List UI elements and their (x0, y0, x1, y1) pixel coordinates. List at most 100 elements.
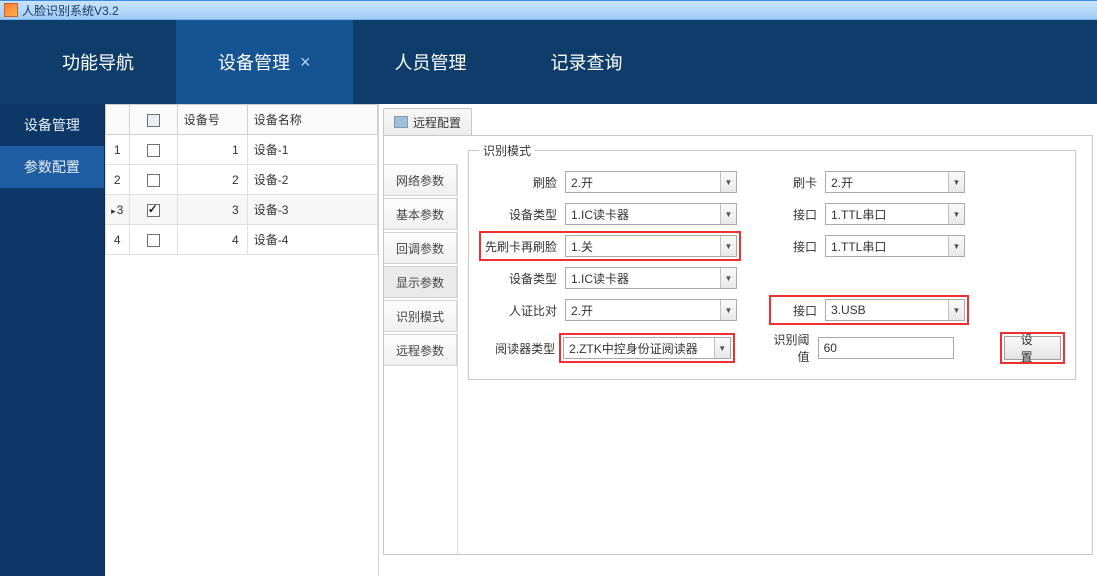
cell-device-name: 设备-4 (247, 225, 377, 255)
tab-label: 功能导航 (62, 49, 134, 75)
main-tabs: 功能导航 设备管理 × 人员管理 记录查询 (0, 20, 1097, 104)
tab-record-query[interactable]: 记录查询 (509, 20, 665, 104)
param-nav-display[interactable]: 显示参数 (384, 266, 457, 298)
label-card: 刷卡 (773, 174, 825, 191)
input-value: 60 (824, 341, 837, 355)
chevron-down-icon: ▼ (720, 236, 736, 256)
chevron-down-icon: ▼ (714, 338, 730, 358)
param-nav-recognize-mode[interactable]: 识别模式 (384, 300, 457, 332)
param-nav-callback[interactable]: 回调参数 (384, 232, 457, 264)
select-card-then-face[interactable]: 1.关 ▼ (565, 235, 737, 257)
select-value: 1.关 (571, 238, 593, 255)
config-panel: 远程配置 网络参数 基本参数 回调参数 显示参数 识别模式 远程参数 识别模式 … (379, 104, 1097, 576)
sidebar-item-device-manage[interactable]: 设备管理 (0, 104, 104, 146)
select-value: 1.TTL串口 (831, 206, 886, 223)
label-reader-type: 阅读器类型 (483, 340, 563, 357)
select-value: 1.IC读卡器 (571, 270, 629, 287)
sidebar: 设备管理 参数配置 (0, 104, 105, 576)
select-port-2[interactable]: 1.TTL串口 ▼ (825, 235, 965, 257)
row-index: 1 (105, 135, 129, 165)
col-device-name[interactable]: 设备名称 (247, 105, 377, 135)
fieldset-recognize-mode: 识别模式 刷脸 2.开 ▼ 刷卡 2.开 (468, 150, 1076, 380)
param-nav-basic[interactable]: 基本参数 (384, 198, 457, 230)
monitor-icon (394, 116, 408, 128)
select-device-type-2[interactable]: 1.IC读卡器 ▼ (565, 267, 737, 289)
select-value: 2.ZTK中控身份证阅读器 (569, 340, 698, 357)
row-checkbox[interactable] (147, 204, 160, 217)
cell-device-num: 3 (177, 195, 247, 225)
chevron-down-icon: ▼ (720, 300, 736, 320)
label-threshold: 识别阈值 (767, 331, 818, 365)
select-value: 1.IC读卡器 (571, 206, 629, 223)
cell-device-name: 设备-3 (247, 195, 377, 225)
chevron-down-icon: ▼ (720, 268, 736, 288)
select-port-3[interactable]: 3.USB ▼ (825, 299, 965, 321)
tab-label: 设备管理 (218, 49, 290, 75)
row-checkbox[interactable] (147, 234, 160, 247)
select-value: 1.TTL串口 (831, 238, 886, 255)
table-row[interactable]: 2 2 设备-2 (105, 165, 377, 195)
label-id-compare: 人证比对 (483, 302, 565, 319)
label-card-then-face: 先刷卡再刷脸 (483, 238, 565, 255)
cell-device-name: 设备-1 (247, 135, 377, 165)
chevron-down-icon: ▼ (720, 204, 736, 224)
chevron-down-icon: ▼ (948, 204, 964, 224)
select-face[interactable]: 2.开 ▼ (565, 171, 737, 193)
app-icon (4, 3, 18, 17)
device-table: 设备号 设备名称 1 1 设备-1 2 2 设备-2 3 (105, 104, 378, 255)
subtab-remote-config[interactable]: 远程配置 (383, 108, 472, 136)
chevron-down-icon: ▼ (948, 172, 964, 192)
chevron-down-icon: ▼ (720, 172, 736, 192)
window-title: 人脸识别系统V3.2 (22, 2, 119, 19)
subtab-label: 远程配置 (413, 114, 461, 131)
cell-device-num: 2 (177, 165, 247, 195)
select-value: 3.USB (831, 303, 866, 317)
table-row[interactable]: 3 3 设备-3 (105, 195, 377, 225)
select-reader-type[interactable]: 2.ZTK中控身份证阅读器 ▼ (563, 337, 731, 359)
cell-device-name: 设备-2 (247, 165, 377, 195)
device-table-wrap: 设备号 设备名称 1 1 设备-1 2 2 设备-2 3 (105, 104, 379, 576)
cell-device-num: 1 (177, 135, 247, 165)
select-value: 2.开 (571, 302, 593, 319)
select-value: 2.开 (571, 174, 593, 191)
row-checkbox[interactable] (147, 174, 160, 187)
param-nav-remote[interactable]: 远程参数 (384, 334, 457, 366)
label-face: 刷脸 (483, 174, 565, 191)
param-nav: 网络参数 基本参数 回调参数 显示参数 识别模式 远程参数 (384, 164, 458, 554)
select-value: 2.开 (831, 174, 853, 191)
col-device-num[interactable]: 设备号 (177, 105, 247, 135)
col-row-indicator (105, 105, 129, 135)
window-titlebar: 人脸识别系统V3.2 (0, 0, 1097, 20)
row-checkbox[interactable] (147, 144, 160, 157)
row-index: 4 (105, 225, 129, 255)
tab-device-manage[interactable]: 设备管理 × (176, 20, 353, 104)
label-port-2: 接口 (773, 238, 825, 255)
param-nav-network[interactable]: 网络参数 (384, 164, 457, 196)
select-port-1[interactable]: 1.TTL串口 ▼ (825, 203, 965, 225)
close-icon[interactable]: × (300, 52, 311, 73)
tab-label: 记录查询 (551, 49, 623, 75)
button-label: 设置 (1021, 331, 1044, 365)
tab-label: 人员管理 (395, 49, 467, 75)
table-row[interactable]: 1 1 设备-1 (105, 135, 377, 165)
input-threshold[interactable]: 60 (818, 337, 954, 359)
col-check[interactable] (129, 105, 177, 135)
select-id-compare[interactable]: 2.开 ▼ (565, 299, 737, 321)
chevron-down-icon: ▼ (948, 236, 964, 256)
row-index: 2 (105, 165, 129, 195)
label-port-3: 接口 (773, 302, 825, 319)
chevron-down-icon: ▼ (948, 300, 964, 320)
cell-device-num: 4 (177, 225, 247, 255)
select-card[interactable]: 2.开 ▼ (825, 171, 965, 193)
sidebar-item-param-config[interactable]: 参数配置 (0, 146, 104, 188)
table-row[interactable]: 4 4 设备-4 (105, 225, 377, 255)
tab-person-manage[interactable]: 人员管理 (353, 20, 509, 104)
label-device-type-2: 设备类型 (483, 270, 565, 287)
label-device-type: 设备类型 (483, 206, 565, 223)
header-checkbox[interactable] (147, 114, 160, 127)
select-device-type-1[interactable]: 1.IC读卡器 ▼ (565, 203, 737, 225)
label-port-1: 接口 (773, 206, 825, 223)
fieldset-legend: 识别模式 (479, 142, 535, 159)
set-button[interactable]: 设置 (1004, 336, 1061, 360)
tab-nav[interactable]: 功能导航 (20, 20, 176, 104)
